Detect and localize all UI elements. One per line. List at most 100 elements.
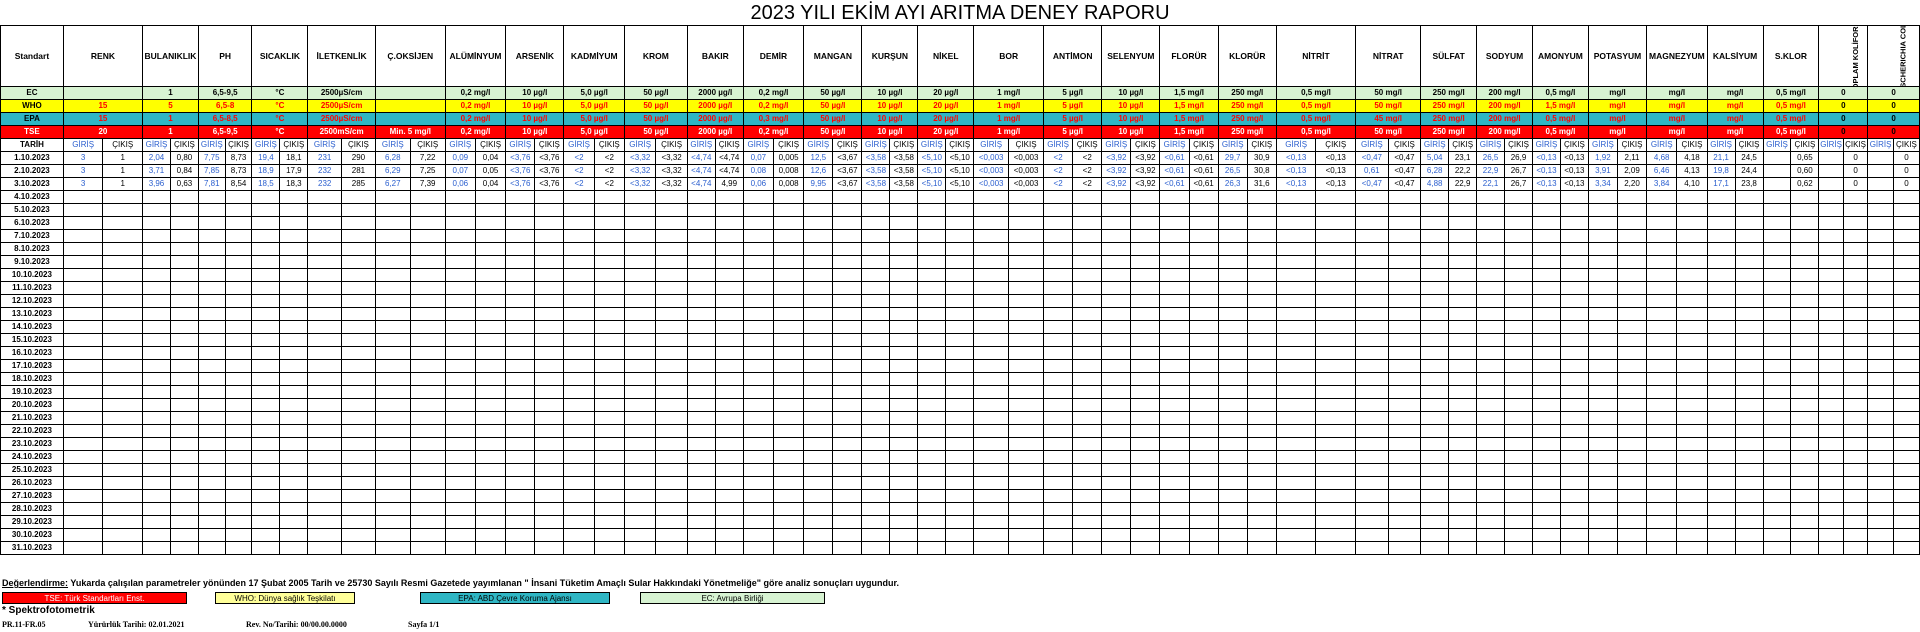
legend-tse: TSE: Türk Standartları Enst. (2, 592, 187, 604)
table-cell (686, 203, 716, 217)
table-cell (1762, 294, 1792, 308)
table-cell (832, 294, 863, 308)
table-cell (1355, 190, 1389, 204)
table-cell (1676, 307, 1708, 321)
table-cell (534, 229, 565, 243)
table-cell (1130, 450, 1161, 464)
table-cell (1531, 359, 1561, 373)
table-cell: <0,13 (1531, 177, 1561, 191)
table-cell (861, 255, 891, 269)
table-cell (102, 216, 144, 230)
table-cell (1842, 320, 1869, 334)
table-cell: <0,13 (1531, 164, 1561, 178)
standard-value: 250 mg/l (1217, 86, 1277, 100)
giris-label: GİRİŞ (686, 138, 716, 152)
table-cell (1616, 320, 1648, 334)
table-cell (1315, 476, 1357, 490)
table-cell (1188, 190, 1219, 204)
table-cell (889, 203, 919, 217)
table-cell (279, 424, 309, 438)
table-cell (1818, 346, 1844, 360)
table-cell (444, 424, 476, 438)
table-cell (169, 411, 199, 425)
table-cell (1275, 190, 1317, 204)
table-cell (444, 437, 476, 451)
table-cell (409, 424, 446, 438)
table-cell (1387, 359, 1422, 373)
table-cell (772, 528, 805, 542)
table-cell (1676, 476, 1708, 490)
table-cell (102, 502, 144, 516)
table-cell (1616, 528, 1648, 542)
table-cell (917, 385, 947, 399)
cikis-label: ÇIKIŞ (1387, 138, 1422, 152)
table-cell (1504, 281, 1533, 295)
table-cell (973, 268, 1010, 282)
header-param-al-mi-nyum: ALÜMİNYUM (444, 25, 507, 87)
table-cell (169, 255, 199, 269)
table-cell (742, 515, 774, 529)
table-cell (861, 203, 891, 217)
table-cell (1706, 216, 1736, 230)
table-cell (1072, 346, 1103, 360)
table-cell (832, 281, 863, 295)
table-cell (1159, 437, 1190, 451)
table-cell: 0,09 (444, 151, 476, 165)
table-cell (1275, 359, 1317, 373)
table-cell (374, 489, 411, 503)
table-cell (889, 307, 919, 321)
table-cell (1188, 242, 1219, 256)
table-cell (1616, 385, 1648, 399)
table-cell (1101, 528, 1132, 542)
table-cell (1043, 385, 1074, 399)
table-cell (1790, 203, 1820, 217)
standard-value: mg/l (1646, 125, 1708, 139)
table-cell (803, 411, 834, 425)
table-cell (803, 307, 834, 321)
table-cell (1387, 411, 1422, 425)
table-cell (409, 541, 446, 555)
table-cell: <0,47 (1387, 151, 1422, 165)
table-cell (409, 463, 446, 477)
table-cell (889, 515, 919, 529)
table-cell (409, 281, 446, 295)
table-cell: 0 (1842, 151, 1869, 165)
table-cell (1892, 281, 1920, 295)
table-cell (1130, 333, 1161, 347)
table-cell (1842, 476, 1869, 490)
table-cell (341, 385, 376, 399)
standard-value: mg/l (1587, 86, 1648, 100)
table-cell (374, 359, 411, 373)
legend-epa: EPA: ABD Çevre Koruma Ajansı (420, 592, 610, 604)
table-cell: 4,68 (1646, 151, 1678, 165)
table-cell (593, 372, 625, 386)
table-cell (1892, 424, 1920, 438)
standard-value: 0,2 mg/l (742, 86, 805, 100)
table-cell (1676, 450, 1708, 464)
table-cell (1072, 190, 1103, 204)
table-cell (505, 294, 536, 308)
table-cell (832, 346, 863, 360)
table-cell (889, 359, 919, 373)
table-cell (1008, 229, 1045, 243)
table-cell (1842, 216, 1869, 230)
header-param-rotated-1: ESCHERICHIA COLİ (1867, 25, 1920, 87)
table-cell (224, 502, 253, 516)
table-cell (1504, 216, 1533, 230)
table-cell (1420, 307, 1450, 321)
table-cell (474, 398, 507, 412)
table-cell (1420, 320, 1450, 334)
header-param-ni-tri-t: NİTRİT (1275, 25, 1357, 87)
standard-value: 20 µg/l (917, 99, 975, 113)
standard-value: 0,3 mg/l (742, 112, 805, 126)
table-cell (374, 476, 411, 490)
table-cell (1706, 294, 1736, 308)
table-cell (1818, 229, 1844, 243)
table-cell (1387, 203, 1422, 217)
table-cell (742, 398, 774, 412)
table-cell (1387, 463, 1422, 477)
table-cell (1008, 190, 1045, 204)
table-cell (279, 333, 309, 347)
table-cell (1646, 489, 1678, 503)
table-cell (444, 515, 476, 529)
